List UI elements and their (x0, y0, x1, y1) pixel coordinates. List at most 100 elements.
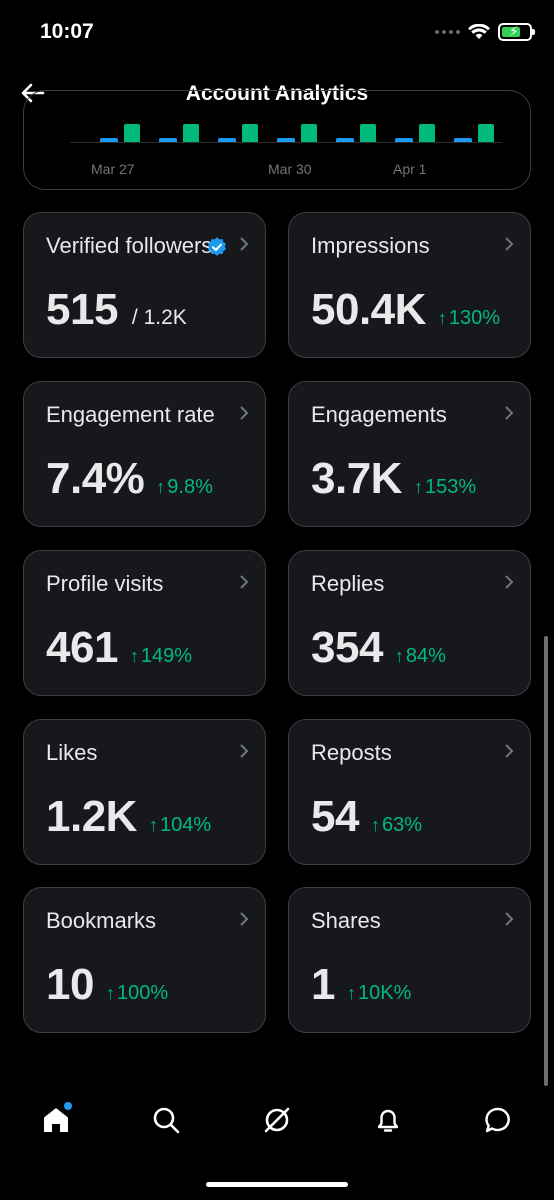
chevron-right-icon (240, 575, 249, 589)
bottom-tab-bar (0, 1090, 554, 1160)
up-arrow-icon: ↑ (129, 646, 139, 666)
chevron-right-icon (505, 575, 514, 589)
metric-change: ↑ 100% (105, 982, 169, 1004)
metric-label: Bookmarks (46, 908, 157, 933)
metric-value: 7.4% (46, 454, 145, 503)
x-tick-label: Mar 27 (91, 161, 135, 177)
up-arrow-icon: ↑ (437, 308, 447, 328)
metric-label: Shares (311, 908, 381, 933)
chevron-right-icon (505, 237, 514, 251)
grok-icon (264, 1107, 290, 1133)
chevron-right-icon (240, 744, 249, 758)
chart-bar-current (419, 124, 435, 142)
messages-icon (485, 1107, 510, 1133)
chart-bar-current (478, 124, 494, 142)
metric-value-row: 461 ↑ 149% (46, 623, 192, 673)
metric-label: Reposts (311, 740, 392, 765)
metric-value-row: 54 ↑ 63% (311, 792, 422, 842)
up-arrow-icon: ↑ (413, 477, 423, 497)
chevron-right-icon (240, 406, 249, 420)
metric-value-row: 515 / 1.2K (46, 285, 187, 335)
chart-bar-current (124, 124, 140, 142)
metric-label: Likes (46, 740, 98, 765)
metric-value: 50.4K (311, 285, 426, 334)
metric-card-engagements[interactable]: Engagements 3.7K ↑ 153% (288, 381, 531, 527)
tab-grok[interactable] (255, 1098, 299, 1142)
metric-change: ↑ 149% (129, 645, 193, 667)
notifications-icon (377, 1109, 399, 1132)
up-arrow-icon: ↑ (370, 815, 380, 835)
metric-value-row: 1 ↑ 10K% (311, 960, 411, 1010)
metric-value: 3.7K (311, 454, 402, 503)
metric-card-replies[interactable]: Replies 354 ↑ 84% (288, 550, 531, 696)
scrollbar[interactable] (544, 636, 548, 1086)
chevron-right-icon (505, 912, 514, 926)
metric-value-row: 3.7K ↑ 153% (311, 454, 476, 504)
metric-change: ↑ 63% (370, 814, 422, 836)
tab-home[interactable] (34, 1098, 78, 1142)
metric-value: 354 (311, 623, 383, 672)
cellular-signal-icon (435, 30, 460, 34)
metric-card-engagement-rate[interactable]: Engagement rate 7.4% ↑ 9.8% (23, 381, 266, 527)
metric-change: ↑ 9.8% (156, 476, 213, 498)
metric-label: Engagements (311, 402, 447, 427)
up-arrow-icon: ↑ (346, 983, 356, 1003)
metric-value: 54 (311, 792, 359, 841)
metric-change: ↑ 10K% (346, 982, 412, 1004)
tab-search[interactable] (144, 1098, 188, 1142)
metric-card-likes[interactable]: Likes 1.2K ↑ 104% (23, 719, 266, 865)
metric-value-row: 50.4K ↑ 130% (311, 285, 500, 335)
metric-card-reposts[interactable]: Reposts 54 ↑ 63% (288, 719, 531, 865)
up-arrow-icon: ↑ (148, 815, 158, 835)
x-tick-label: Mar 30 (268, 161, 312, 177)
metric-card-shares[interactable]: Shares 1 ↑ 10K% (288, 887, 531, 1033)
metric-label: Verified followers (46, 233, 213, 258)
x-tick-label: Apr 1 (393, 161, 427, 177)
metric-card-profile-visits[interactable]: Profile visits 461 ↑ 149% (23, 550, 266, 696)
home-indicator (206, 1182, 348, 1187)
metric-card-verified-followers[interactable]: Verified followers 515 / 1.2K (23, 212, 266, 358)
status-bar: 10:07 ⚡ (0, 0, 554, 64)
battery-charging-icon: ⚡ (498, 23, 535, 41)
metric-change: ↑ 153% (413, 476, 477, 498)
up-arrow-icon: ↑ (156, 477, 166, 497)
search-icon (153, 1107, 180, 1134)
chart-bar-current (242, 124, 258, 142)
metric-label: Profile visits (46, 571, 164, 596)
tab-notifications[interactable] (366, 1098, 410, 1142)
metric-value-row: 10 ↑ 100% (46, 960, 168, 1010)
metric-value-row: 7.4% ↑ 9.8% (46, 454, 213, 504)
metric-label: Replies (311, 571, 385, 596)
metric-value: 461 (46, 623, 118, 672)
metric-change: ↑ 84% (394, 645, 446, 667)
status-time: 10:07 (40, 20, 94, 43)
notification-dot (64, 1102, 72, 1110)
metric-card-bookmarks[interactable]: Bookmarks 10 ↑ 100% (23, 887, 266, 1033)
metric-value: 515 (46, 285, 118, 334)
metric-change: ↑ 130% (437, 307, 501, 329)
wifi-icon (468, 24, 490, 39)
metric-value: 1 (311, 960, 335, 1009)
up-arrow-icon: ↑ (394, 646, 404, 666)
chevron-right-icon (505, 406, 514, 420)
metric-total: / 1.2K (131, 306, 187, 329)
chart-bar-current (301, 124, 317, 142)
metric-value: 10 (46, 960, 94, 1009)
metric-value-row: 354 ↑ 84% (311, 623, 446, 673)
metric-card-impressions[interactable]: Impressions 50.4K ↑ 130% (288, 212, 531, 358)
metric-value: 1.2K (46, 792, 137, 841)
status-icons: ⚡ (435, 20, 535, 44)
verified-badge-icon (208, 237, 226, 256)
chevron-right-icon (240, 912, 249, 926)
metric-change: ↑ 104% (148, 814, 212, 836)
chart-bar-current (360, 124, 376, 142)
metric-value-row: 1.2K ↑ 104% (46, 792, 211, 842)
metric-label: Engagement rate (46, 402, 215, 427)
tab-messages[interactable] (476, 1098, 520, 1142)
metric-label: Impressions (311, 233, 430, 258)
chevron-right-icon (505, 744, 514, 758)
chart-baseline (70, 142, 502, 143)
chart-bar-current (183, 124, 199, 142)
chevron-right-icon (240, 237, 249, 251)
up-arrow-icon: ↑ (105, 983, 115, 1003)
